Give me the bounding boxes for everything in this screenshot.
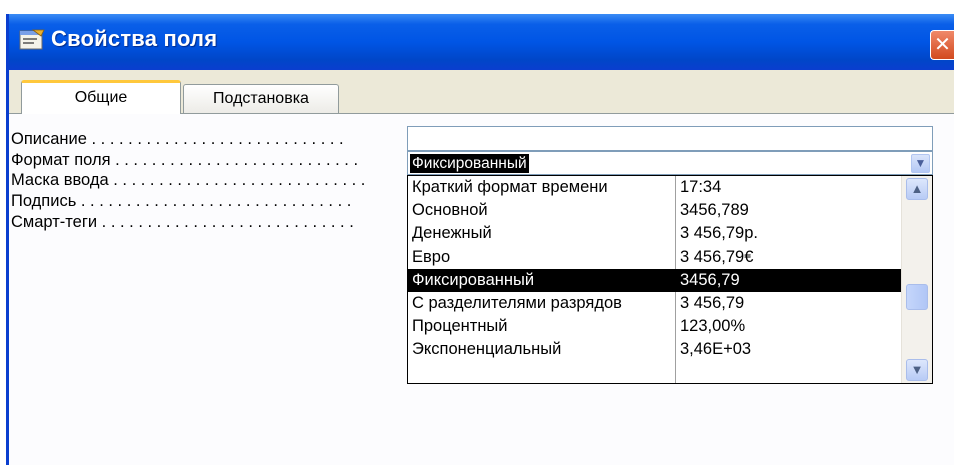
close-button[interactable]: ✕	[930, 30, 954, 60]
property-smart-tags-label: Смарт-теги . . . . . . . . . . . . . . .…	[11, 212, 354, 231]
tab-general[interactable]: Общие	[21, 80, 181, 114]
title-bar[interactable]: Свойства поля ✕	[9, 14, 954, 70]
format-option-name: Процентный	[412, 317, 508, 336]
format-selected-value: Фиксированный	[410, 154, 529, 173]
properties-window-icon	[19, 29, 45, 50]
format-option-name: Фиксированный	[412, 270, 535, 289]
general-properties-panel: Описание . . . . . . . . . . . . . . . .…	[9, 113, 954, 465]
property-labels: Описание . . . . . . . . . . . . . . . .…	[11, 129, 407, 232]
scroll-down-icon[interactable]: ▼	[906, 359, 928, 381]
description-input[interactable]	[407, 126, 933, 151]
format-combobox[interactable]: Фиксированный ▼	[407, 151, 933, 175]
tab-lookup[interactable]: Подстановка	[183, 84, 339, 114]
property-description-label: Описание . . . . . . . . . . . . . . . .…	[11, 130, 344, 148]
format-option-example: 17:34	[680, 178, 722, 196]
format-option-general[interactable]: Основной 3456,789	[408, 199, 902, 222]
format-dropdown-list[interactable]: Краткий формат времени 17:34 Основной 34…	[407, 175, 933, 384]
format-option-scientific[interactable]: Экспоненциальный 3,46E+03	[408, 338, 902, 361]
format-option-fixed[interactable]: Фиксированный 3456,79	[408, 268, 902, 292]
format-option-name: Экспоненциальный	[412, 340, 562, 359]
format-option-example: 3,46E+03	[680, 340, 752, 359]
format-option-example: 3 456,79	[680, 294, 745, 312]
tab-strip: Общие Подстановка	[21, 80, 361, 114]
format-option-name: Основной	[412, 201, 488, 220]
field-properties-window: Свойства поля ✕ Общие Подстановка Описан…	[6, 14, 954, 465]
format-option-euro[interactable]: Евро 3 456,79€	[408, 246, 902, 269]
format-option-name: Денежный	[412, 224, 492, 243]
format-option-currency[interactable]: Денежный 3 456,79р.	[408, 222, 902, 245]
dropdown-scrollbar[interactable]: ▲ ▼	[901, 176, 932, 383]
format-option-example: 123,00%	[680, 317, 746, 336]
property-format-label: Формат поля . . . . . . . . . . . . . . …	[11, 150, 359, 169]
property-input-mask-label: Маска ввода . . . . . . . . . . . . . . …	[11, 171, 366, 190]
format-option-example: 3456,79	[680, 270, 740, 289]
format-option-example: 3 456,79€	[680, 247, 754, 266]
chevron-down-icon[interactable]: ▼	[911, 154, 930, 173]
scroll-up-icon[interactable]: ▲	[906, 178, 928, 200]
format-option-example: 3456,789	[680, 201, 749, 220]
window-title: Свойства поля	[51, 26, 218, 51]
format-option-name: С разделителями разрядов	[412, 294, 622, 312]
format-option-example: 3 456,79р.	[680, 224, 758, 243]
format-option-short-time[interactable]: Краткий формат времени 17:34	[408, 176, 902, 199]
format-option-name: Краткий формат времени	[412, 178, 608, 196]
format-option-standard[interactable]: С разделителями разрядов 3 456,79	[408, 292, 902, 315]
property-caption-label: Подпись . . . . . . . . . . . . . . . . …	[11, 192, 352, 211]
scrollbar-thumb[interactable]	[906, 284, 928, 310]
format-option-percent[interactable]: Процентный 123,00%	[408, 315, 902, 338]
format-option-name: Евро	[412, 247, 451, 266]
